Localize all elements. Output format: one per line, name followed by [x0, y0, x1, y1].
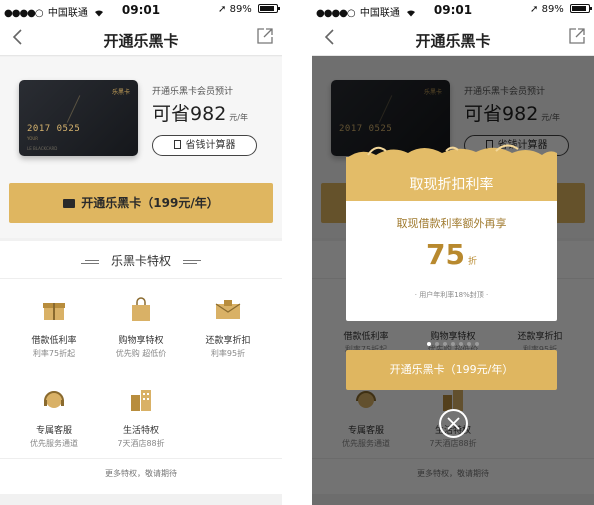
hotel-building-icon [131, 390, 151, 411]
discount-rate-popup: 取现折扣利率 取现借款利率额外再享 75 折 · 用户年利率18%封顶 · [346, 144, 557, 321]
popup-title: 取现折扣利率 [409, 177, 494, 193]
battery-percent: 89% [229, 4, 252, 15]
status-bar: ●●●●○ 中国联通 09:01 ➚ 89% [0, 0, 282, 20]
shopping-bag-icon [132, 297, 150, 321]
phone-screen-popup: ●●●●○ 中国联通 09:01 ➚ 89% 开通乐黑卡 乐黑卡 2017 05… [312, 0, 594, 505]
card-number: 2017 0525 [27, 124, 81, 134]
privileges-section: 乐黑卡特权 借款低利率 利率75折起 购物享特权 优先购 超低价 还款享折扣 利… [0, 241, 282, 458]
card-sub-text: LE BLACKCARD [27, 146, 58, 151]
pagination-dot[interactable] [435, 341, 439, 346]
share-icon[interactable] [568, 27, 586, 45]
calculator-button[interactable]: 省钱计算器 [152, 135, 257, 156]
share-icon[interactable] [256, 27, 274, 45]
location-arrow-icon: ➚ [218, 4, 227, 15]
gift-box-icon [43, 303, 65, 320]
nav-bar: 开通乐黑卡 [0, 20, 282, 56]
pagination-dot[interactable] [443, 341, 447, 346]
carousel-pagination [312, 333, 594, 346]
pagination-dot[interactable] [459, 341, 463, 346]
privilege-item-life[interactable]: 生活特权 7天酒店88折 [94, 387, 188, 449]
pagination-dot[interactable] [451, 341, 455, 346]
privileges-heading: 乐黑卡特权 [0, 250, 282, 272]
pagination-dot[interactable] [475, 341, 479, 346]
close-icon [447, 417, 460, 430]
popup-value: 75 折 [426, 238, 477, 271]
popup-banner: 取现折扣利率 [346, 144, 557, 201]
card-mini-text: YOUR [27, 136, 39, 141]
black-card-image: 乐黑卡 2017 0525 YOUR LE BLACKCARD [19, 80, 138, 156]
more-privileges-note: 更多特权，敬请期待 [0, 458, 282, 494]
page-title: 开通乐黑卡 [415, 32, 491, 50]
privilege-item-service[interactable]: 专属客服 优先服务通道 [7, 387, 101, 449]
save-amount: 可省982元/年 [152, 103, 248, 125]
nav-bar: 开通乐黑卡 [312, 20, 594, 56]
popup-note: · 用户年利率18%封顶 · [414, 291, 489, 299]
envelope-discount-icon [215, 300, 241, 319]
privilege-item-loan-rate[interactable]: 借款低利率 利率75折起 [7, 297, 101, 359]
open-card-button[interactable]: 开通乐黑卡（199元/年） [9, 183, 273, 223]
calculator-icon [173, 140, 181, 149]
customer-service-icon [44, 391, 64, 408]
heading-deco-left-icon [81, 259, 100, 265]
location-arrow-icon: ➚ [530, 4, 539, 15]
briefcase-icon [63, 199, 76, 208]
card-brand: 乐黑卡 [111, 89, 130, 96]
pagination-dot[interactable] [467, 341, 471, 346]
privilege-item-shopping[interactable]: 购物享特权 优先购 超低价 [94, 297, 188, 359]
battery-percent: 89% [541, 4, 564, 15]
heading-deco-right-icon [182, 259, 201, 265]
popup-body: 取现借款利率额外再享 75 折 · 用户年利率18%封顶 · [346, 201, 557, 321]
page-title: 开通乐黑卡 [103, 32, 179, 50]
privilege-item-repay[interactable]: 还款享折扣 利率95折 [181, 297, 275, 359]
close-popup-button[interactable] [439, 409, 468, 438]
popup-open-card-button[interactable]: 开通乐黑卡（199元/年） [346, 350, 557, 390]
status-bar: ●●●●○ 中国联通 09:01 ➚ 89% [312, 0, 594, 20]
membership-hero: 乐黑卡 2017 0525 YOUR LE BLACKCARD 开通乐黑卡会员预… [0, 57, 282, 238]
gold-splash-icon [346, 144, 557, 173]
pagination-dot[interactable] [427, 341, 431, 346]
popup-subtitle: 取现借款利率额外再享 [396, 217, 507, 230]
phone-screen-main: ●●●●○ 中国联通 09:01 ➚ 89% 开通乐黑卡 乐黑卡 2017 05… [0, 0, 282, 505]
battery-icon [258, 4, 280, 13]
battery-icon [570, 4, 592, 13]
estimate-label: 开通乐黑卡会员预计 [152, 87, 234, 97]
